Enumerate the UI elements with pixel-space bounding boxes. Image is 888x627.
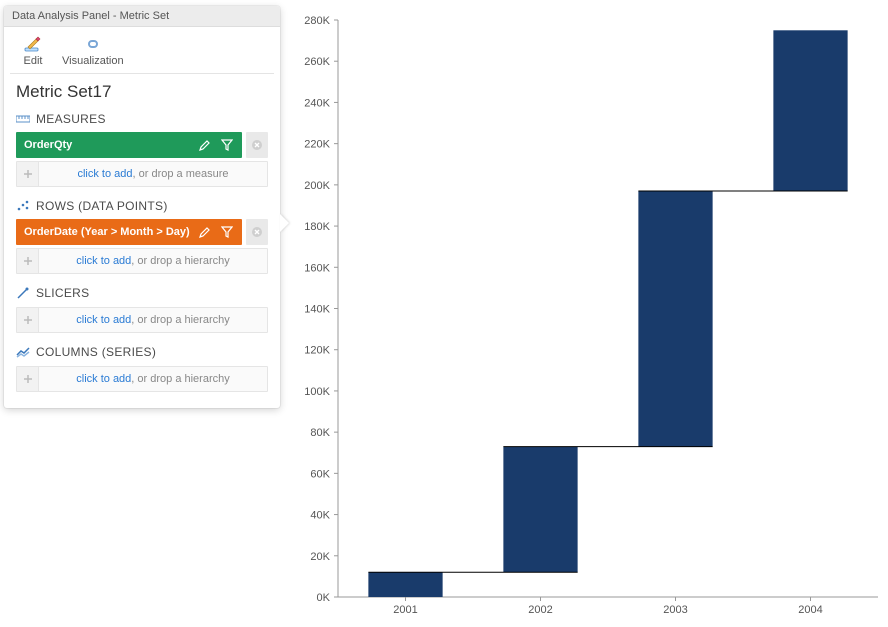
filter-icon[interactable]	[220, 138, 234, 152]
add-measure-cta[interactable]: click to add	[77, 168, 132, 180]
series-icon	[16, 345, 30, 359]
filter-icon[interactable]	[220, 225, 234, 239]
add-row-cta[interactable]: click to add	[76, 255, 131, 267]
add-column-text: click to add, or drop a hierarchy	[39, 373, 267, 385]
visualization-button[interactable]: Visualization	[62, 35, 124, 67]
svg-text:2002: 2002	[528, 604, 552, 616]
chart-area: 0K 20K 40K 60K 80K 100K 120K 140K 160K 180K 200K 22…	[288, 0, 888, 627]
measure-chip-label: OrderQty	[24, 139, 72, 151]
remove-row-button[interactable]	[246, 219, 268, 245]
ruler-icon	[16, 112, 30, 126]
plus-icon[interactable]	[17, 162, 39, 186]
pencil-icon[interactable]	[198, 225, 212, 239]
plus-icon[interactable]	[17, 308, 39, 332]
add-row-text: click to add, or drop a hierarchy	[39, 255, 267, 267]
svg-text:0K: 0K	[317, 592, 331, 604]
add-slicer-row[interactable]: click to add, or drop a hierarchy	[16, 307, 268, 333]
row-chip-orderdate[interactable]: OrderDate (Year > Month > Day)	[16, 219, 242, 245]
slicers-heading-label: SLICERS	[36, 286, 89, 300]
pencil-icon[interactable]	[198, 138, 212, 152]
edit-label: Edit	[24, 55, 43, 67]
link-icon	[82, 35, 104, 53]
svg-text:240K: 240K	[304, 97, 330, 109]
plus-icon[interactable]	[17, 249, 39, 273]
add-measure-text: click to add, or drop a measure	[39, 168, 267, 180]
add-slicer-text: click to add, or drop a hierarchy	[39, 314, 267, 326]
measures-heading-label: MEASURES	[36, 112, 106, 126]
slicer-icon	[16, 286, 30, 300]
bar-2004[interactable]	[773, 30, 847, 191]
panel-toolbar: Edit Visualization	[10, 27, 274, 74]
svg-text:260K: 260K	[304, 56, 330, 68]
svg-text:40K: 40K	[310, 510, 330, 522]
bar-2003[interactable]	[638, 191, 712, 447]
bar-2002[interactable]	[503, 447, 577, 573]
svg-text:60K: 60K	[310, 468, 330, 480]
waterfall-chart[interactable]: 0K 20K 40K 60K 80K 100K 120K 140K 160K 180K 200K 22…	[288, 4, 888, 627]
pencil-icon	[22, 35, 44, 53]
columns-heading-label: COLUMNS (SERIES)	[36, 345, 156, 359]
svg-text:140K: 140K	[304, 304, 330, 316]
svg-text:120K: 120K	[304, 345, 330, 357]
visualization-label: Visualization	[62, 55, 124, 67]
section-heading-measures: MEASURES	[4, 108, 280, 130]
plus-icon[interactable]	[17, 367, 39, 391]
add-column-cta[interactable]: click to add	[76, 373, 131, 385]
section-heading-slicers: SLICERS	[4, 282, 280, 304]
scatter-icon	[16, 199, 30, 213]
svg-text:160K: 160K	[304, 262, 330, 274]
add-slicer-cta[interactable]: click to add	[76, 314, 131, 326]
add-row-row[interactable]: click to add, or drop a hierarchy	[16, 248, 268, 274]
svg-text:80K: 80K	[310, 427, 330, 439]
svg-text:2004: 2004	[798, 604, 822, 616]
svg-text:2003: 2003	[663, 604, 687, 616]
svg-text:200K: 200K	[304, 180, 330, 192]
svg-text:280K: 280K	[304, 15, 330, 27]
add-column-row[interactable]: click to add, or drop a hierarchy	[16, 366, 268, 392]
svg-text:220K: 220K	[304, 139, 330, 151]
add-measure-row[interactable]: click to add, or drop a measure	[16, 161, 268, 187]
measure-chip-orderqty[interactable]: OrderQty	[16, 132, 242, 158]
edit-button[interactable]: Edit	[22, 35, 44, 67]
remove-measure-button[interactable]	[246, 132, 268, 158]
svg-text:2001: 2001	[393, 604, 417, 616]
svg-text:100K: 100K	[304, 386, 330, 398]
rows-heading-label: ROWS (DATA POINTS)	[36, 199, 168, 213]
svg-text:180K: 180K	[304, 221, 330, 233]
section-heading-rows: ROWS (DATA POINTS)	[4, 195, 280, 217]
panel-title: Data Analysis Panel - Metric Set	[4, 6, 280, 27]
svg-text:20K: 20K	[310, 551, 330, 563]
section-heading-columns: COLUMNS (SERIES)	[4, 341, 280, 363]
metricset-name: Metric Set17	[4, 74, 280, 108]
data-analysis-panel: Data Analysis Panel - Metric Set Edit	[4, 6, 280, 408]
row-chip-label: OrderDate (Year > Month > Day)	[24, 226, 190, 238]
bar-2001[interactable]	[368, 572, 442, 597]
